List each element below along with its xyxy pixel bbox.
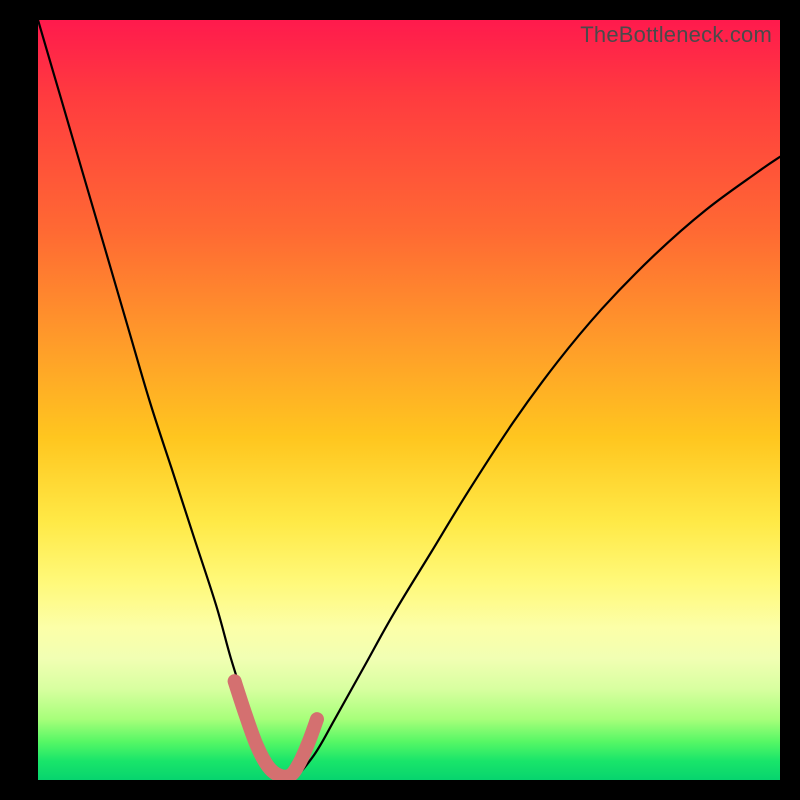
chart-frame: TheBottleneck.com [0, 0, 800, 800]
bottleneck-curve [38, 20, 780, 780]
curve-layer [38, 20, 780, 780]
highlight-segment [235, 681, 317, 777]
plot-area: TheBottleneck.com [38, 20, 780, 780]
